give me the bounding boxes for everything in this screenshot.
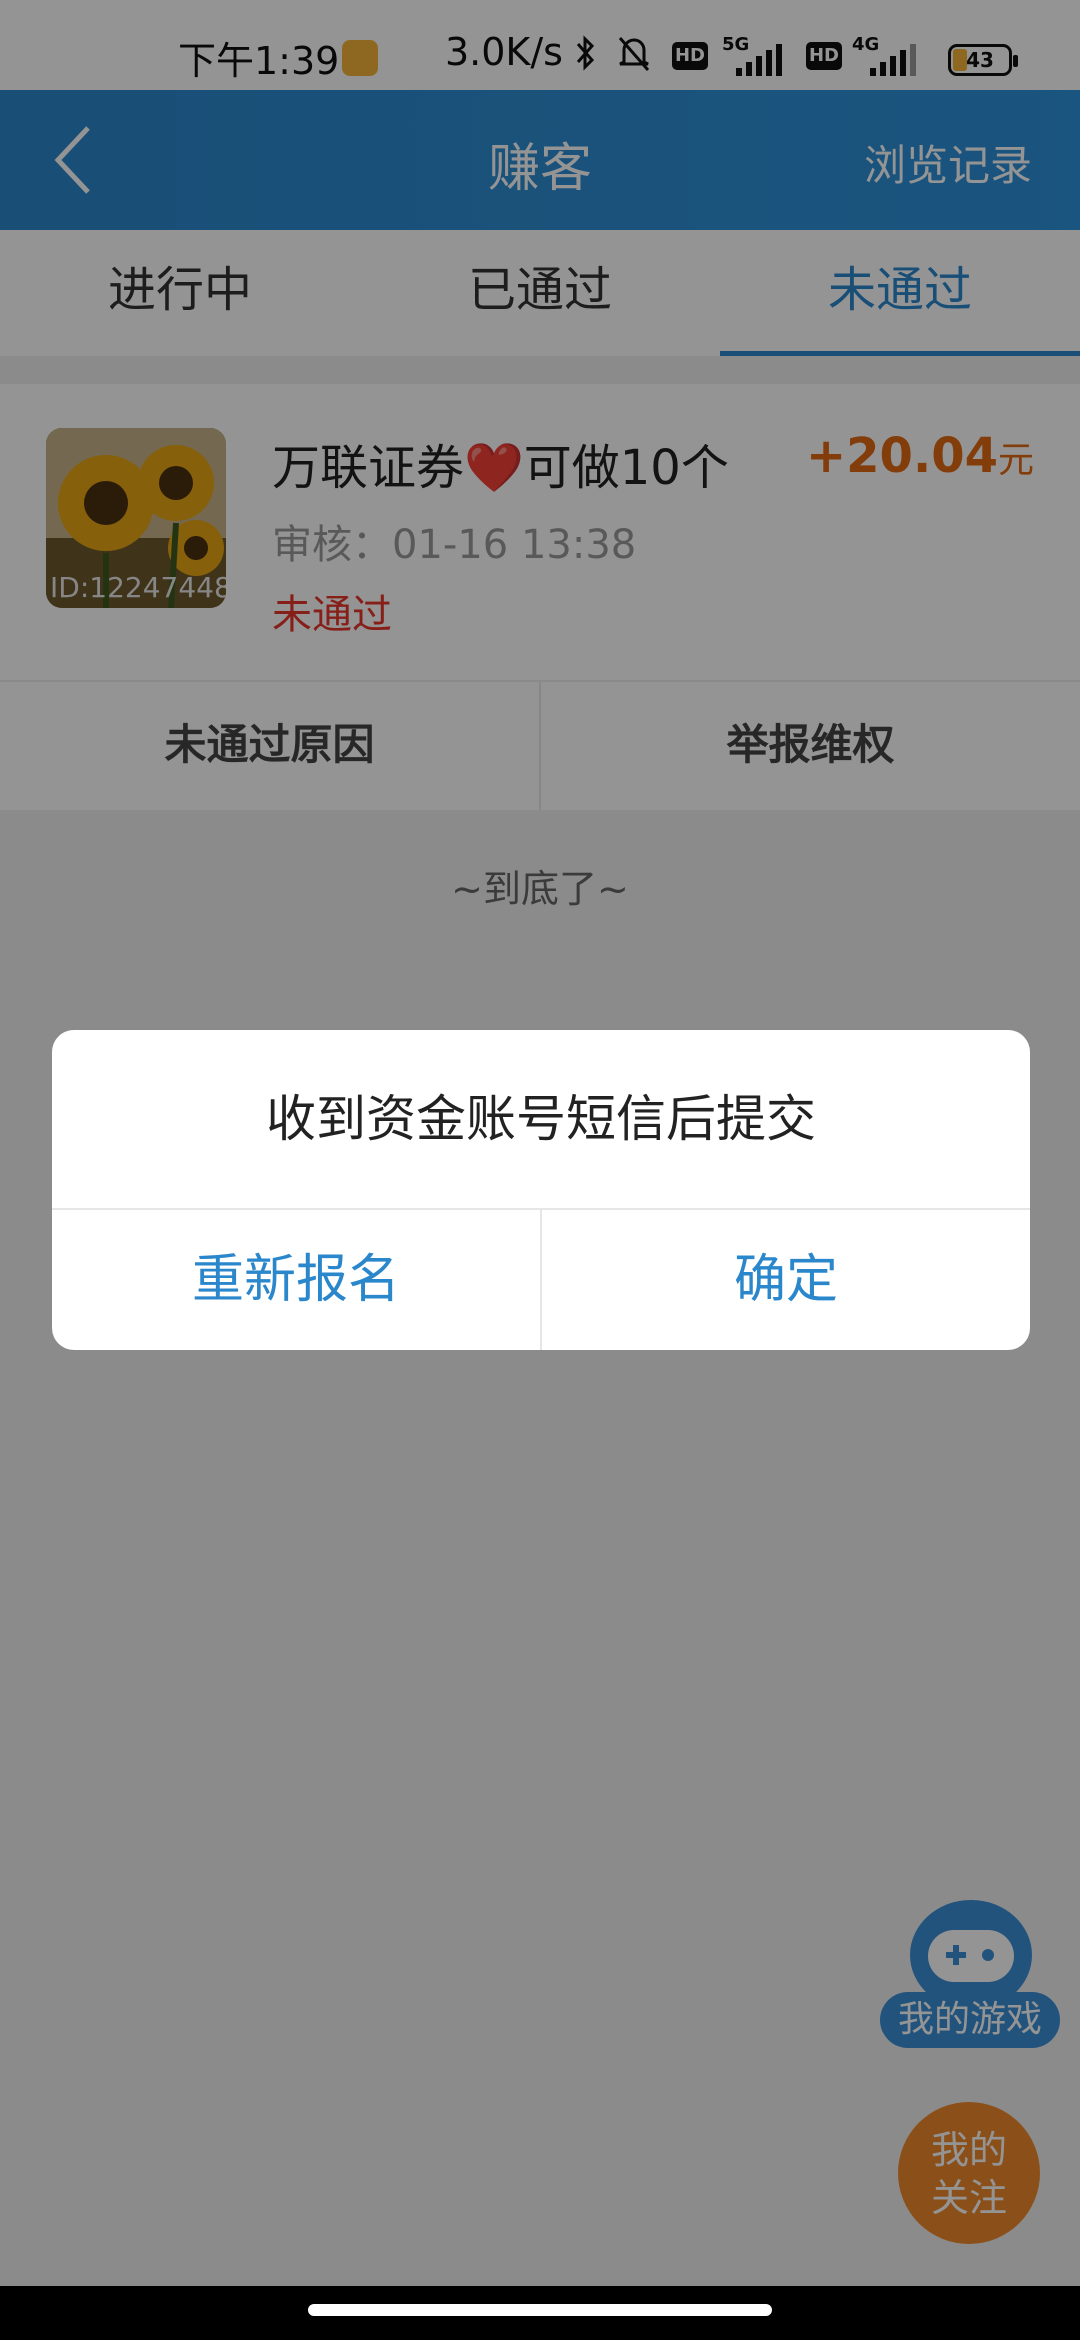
confirm-button[interactable]: 确定 [542,1210,1030,1350]
dialog-message: 收到资金账号短信后提交 [266,1090,816,1148]
confirm-dialog: 收到资金账号短信后提交 重新报名 确定 [52,1030,1030,1350]
system-nav-bar [0,2286,1080,2340]
dialog-buttons: 重新报名 确定 [52,1208,1030,1350]
re-register-button[interactable]: 重新报名 [52,1210,542,1350]
home-gesture-handle[interactable] [308,2304,772,2316]
